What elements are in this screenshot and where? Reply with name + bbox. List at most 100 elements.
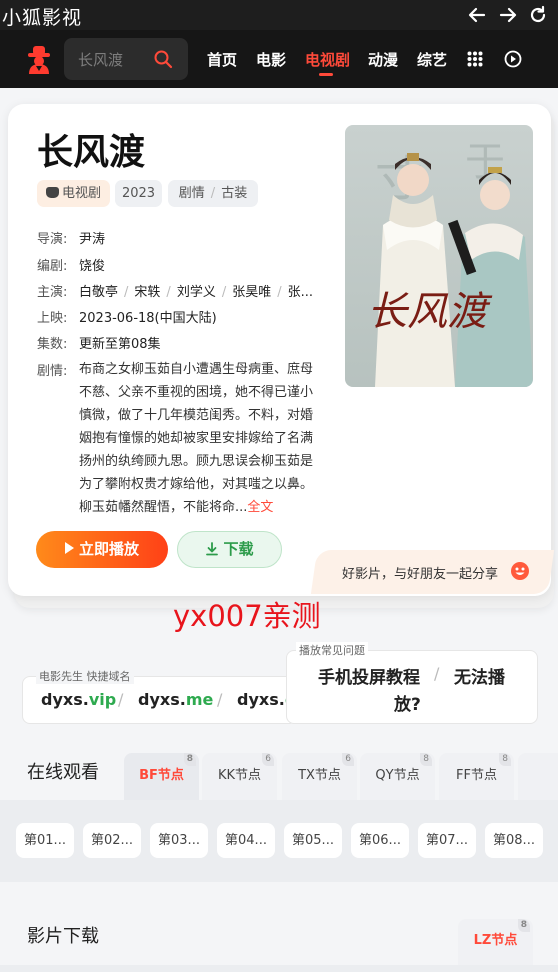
- download-button[interactable]: 下载: [177, 531, 282, 568]
- source-tab-label: BF节点: [139, 768, 184, 783]
- faq-box-title: 播放常见问题: [296, 642, 368, 658]
- domain-link-me[interactable]: dyxs.me: [138, 690, 213, 709]
- cast-item[interactable]: 白敬亭: [79, 285, 118, 300]
- cast-item[interactable]: 刘学义: [177, 285, 216, 300]
- domain-separator: /: [217, 690, 223, 709]
- page-title: 长风渡: [37, 132, 146, 173]
- episode-button[interactable]: 第06...: [351, 823, 409, 858]
- tag-category[interactable]: 电视剧: [37, 180, 110, 207]
- source-tab-bf[interactable]: BF节点 8: [124, 753, 199, 801]
- source-tab-ff[interactable]: FF节点 8: [439, 753, 514, 801]
- episode-count-badge: 6: [342, 753, 354, 766]
- episode-button[interactable]: 第04...: [217, 823, 275, 858]
- source-tab-label: FF节点: [456, 768, 497, 783]
- cast-item[interactable]: 宋轶: [134, 285, 160, 300]
- source-tab-partial[interactable]: [518, 753, 558, 801]
- domain-box-title: 电影先生 快捷域名: [36, 668, 134, 684]
- share-text[interactable]: 好影片，与好朋友一起分享: [342, 563, 498, 582]
- search-input[interactable]: 长风渡: [78, 49, 123, 70]
- play-triangle-icon: [64, 542, 74, 554]
- faq-link-cannot-play[interactable]: 无法播: [454, 663, 505, 688]
- poster-image[interactable]: 寸 于 长风渡: [345, 125, 533, 387]
- cast-item[interactable]: 张...: [288, 285, 313, 300]
- window-title: 小狐影视: [2, 7, 83, 29]
- plot-text: 布商之女柳玉茹自小遭遇生母病重、庶母不慈、父亲不重视的困境，她不得已谨小慎微，做…: [79, 358, 324, 519]
- poster-calligraphy: 长风渡: [367, 289, 493, 335]
- faq-link-cannot-play-cont[interactable]: 放?: [394, 690, 421, 715]
- domain-prefix: dyxs.: [237, 690, 285, 709]
- episode-count-badge: 8: [517, 919, 530, 932]
- cast-label: 主演:: [37, 285, 68, 300]
- episode-button[interactable]: 第05...: [284, 823, 342, 858]
- episode-count-badge: 8: [420, 753, 432, 766]
- tag-genre-1[interactable]: 剧情: [179, 186, 205, 201]
- release-label: 上映:: [37, 311, 68, 326]
- source-tab-tx[interactable]: TX节点 6: [282, 753, 357, 801]
- nav-item-tv[interactable]: 电视剧: [305, 49, 350, 70]
- nav-item-movies[interactable]: 电影: [256, 49, 286, 70]
- tag-category-label: 电视剧: [61, 186, 101, 201]
- nav-item-anime[interactable]: 动漫: [368, 49, 398, 70]
- search-icon[interactable]: [152, 48, 174, 70]
- download-section-title: 影片下载: [27, 926, 99, 947]
- play-history-icon[interactable]: [504, 50, 522, 68]
- nav-active-indicator: [319, 73, 333, 76]
- writer-label: 编剧:: [37, 259, 68, 274]
- episode-button[interactable]: 第03...: [150, 823, 208, 858]
- download-list-area: [0, 965, 558, 972]
- tag-genre-2[interactable]: 古装: [221, 186, 247, 201]
- director-value[interactable]: 尹涛: [79, 228, 105, 247]
- domain-prefix: dyxs.: [41, 690, 89, 709]
- back-arrow-icon[interactable]: [466, 4, 488, 26]
- smile-share-icon[interactable]: [510, 561, 530, 581]
- nav-item-home[interactable]: 首页: [207, 49, 237, 70]
- domain-suffix: vip: [88, 690, 117, 709]
- search-box[interactable]: 长风渡: [64, 38, 188, 80]
- episode-button[interactable]: 第02...: [83, 823, 141, 858]
- cast-list: 白敬亭 / 宋轶 / 刘学义 / 张昊唯 / 张...: [79, 285, 314, 300]
- episode-button[interactable]: 第01...: [16, 823, 74, 858]
- forward-arrow-icon[interactable]: [497, 4, 519, 26]
- svg-text:于: 于: [465, 139, 505, 185]
- play-now-button[interactable]: 立即播放: [36, 531, 168, 568]
- plot-more-link[interactable]: 全文: [247, 500, 273, 515]
- domain-suffix: me: [185, 690, 214, 709]
- episodes-label: 集数:: [37, 337, 68, 352]
- source-tab-qy[interactable]: QY节点 8: [360, 753, 435, 801]
- source-tab-label: KK节点: [217, 768, 262, 783]
- domain-prefix: dyxs.: [138, 690, 186, 709]
- domain-link-vip[interactable]: dyxs.vip: [41, 690, 116, 709]
- window-title-bar: 小狐影视: [0, 0, 558, 30]
- plot-body: 布商之女柳玉茹自小遭遇生母病重、庶母不慈、父亲不重视的困境，她不得已谨小慎微，做…: [79, 362, 314, 515]
- episode-count-badge: 6: [262, 753, 274, 766]
- download-icon: [206, 542, 219, 556]
- faq-link-cast-tutorial[interactable]: 手机投屏教程: [318, 663, 420, 688]
- source-tab-label: QY节点: [375, 768, 420, 783]
- play-now-label: 立即播放: [78, 540, 139, 558]
- online-section-title: 在线观看: [27, 762, 99, 783]
- tag-genres[interactable]: 剧情 / 古装: [168, 180, 258, 207]
- watermark-text: yx007亲测: [173, 599, 321, 633]
- writer-value[interactable]: 饶俊: [79, 255, 105, 274]
- more-grid-icon[interactable]: [467, 51, 483, 67]
- source-tab-label: TX节点: [298, 768, 341, 783]
- faq-separator: /: [434, 664, 440, 683]
- tv-cat-icon: [45, 187, 59, 198]
- download-source-tab-lz[interactable]: LZ节点 8: [458, 919, 533, 967]
- episode-button[interactable]: 第08...: [485, 823, 543, 858]
- cast-item[interactable]: 张昊唯: [232, 285, 271, 300]
- release-value: 2023-06-18(中国大陆): [79, 311, 217, 326]
- plot-label: 剧情:: [37, 364, 68, 379]
- download-label: 下载: [223, 540, 254, 558]
- nav-item-variety[interactable]: 综艺: [417, 49, 447, 70]
- tag-year[interactable]: 2023: [115, 180, 162, 207]
- site-logo-icon[interactable]: [25, 44, 53, 74]
- episode-count-badge: 8: [499, 753, 511, 766]
- source-tab-label: LZ节点: [473, 933, 518, 948]
- episode-count-badge: 8: [183, 753, 196, 766]
- episode-button[interactable]: 第07...: [418, 823, 476, 858]
- refresh-icon[interactable]: [527, 4, 549, 26]
- source-tab-kk[interactable]: KK节点 6: [202, 753, 277, 801]
- domain-separator: /: [118, 690, 124, 709]
- director-label: 导演:: [37, 232, 68, 247]
